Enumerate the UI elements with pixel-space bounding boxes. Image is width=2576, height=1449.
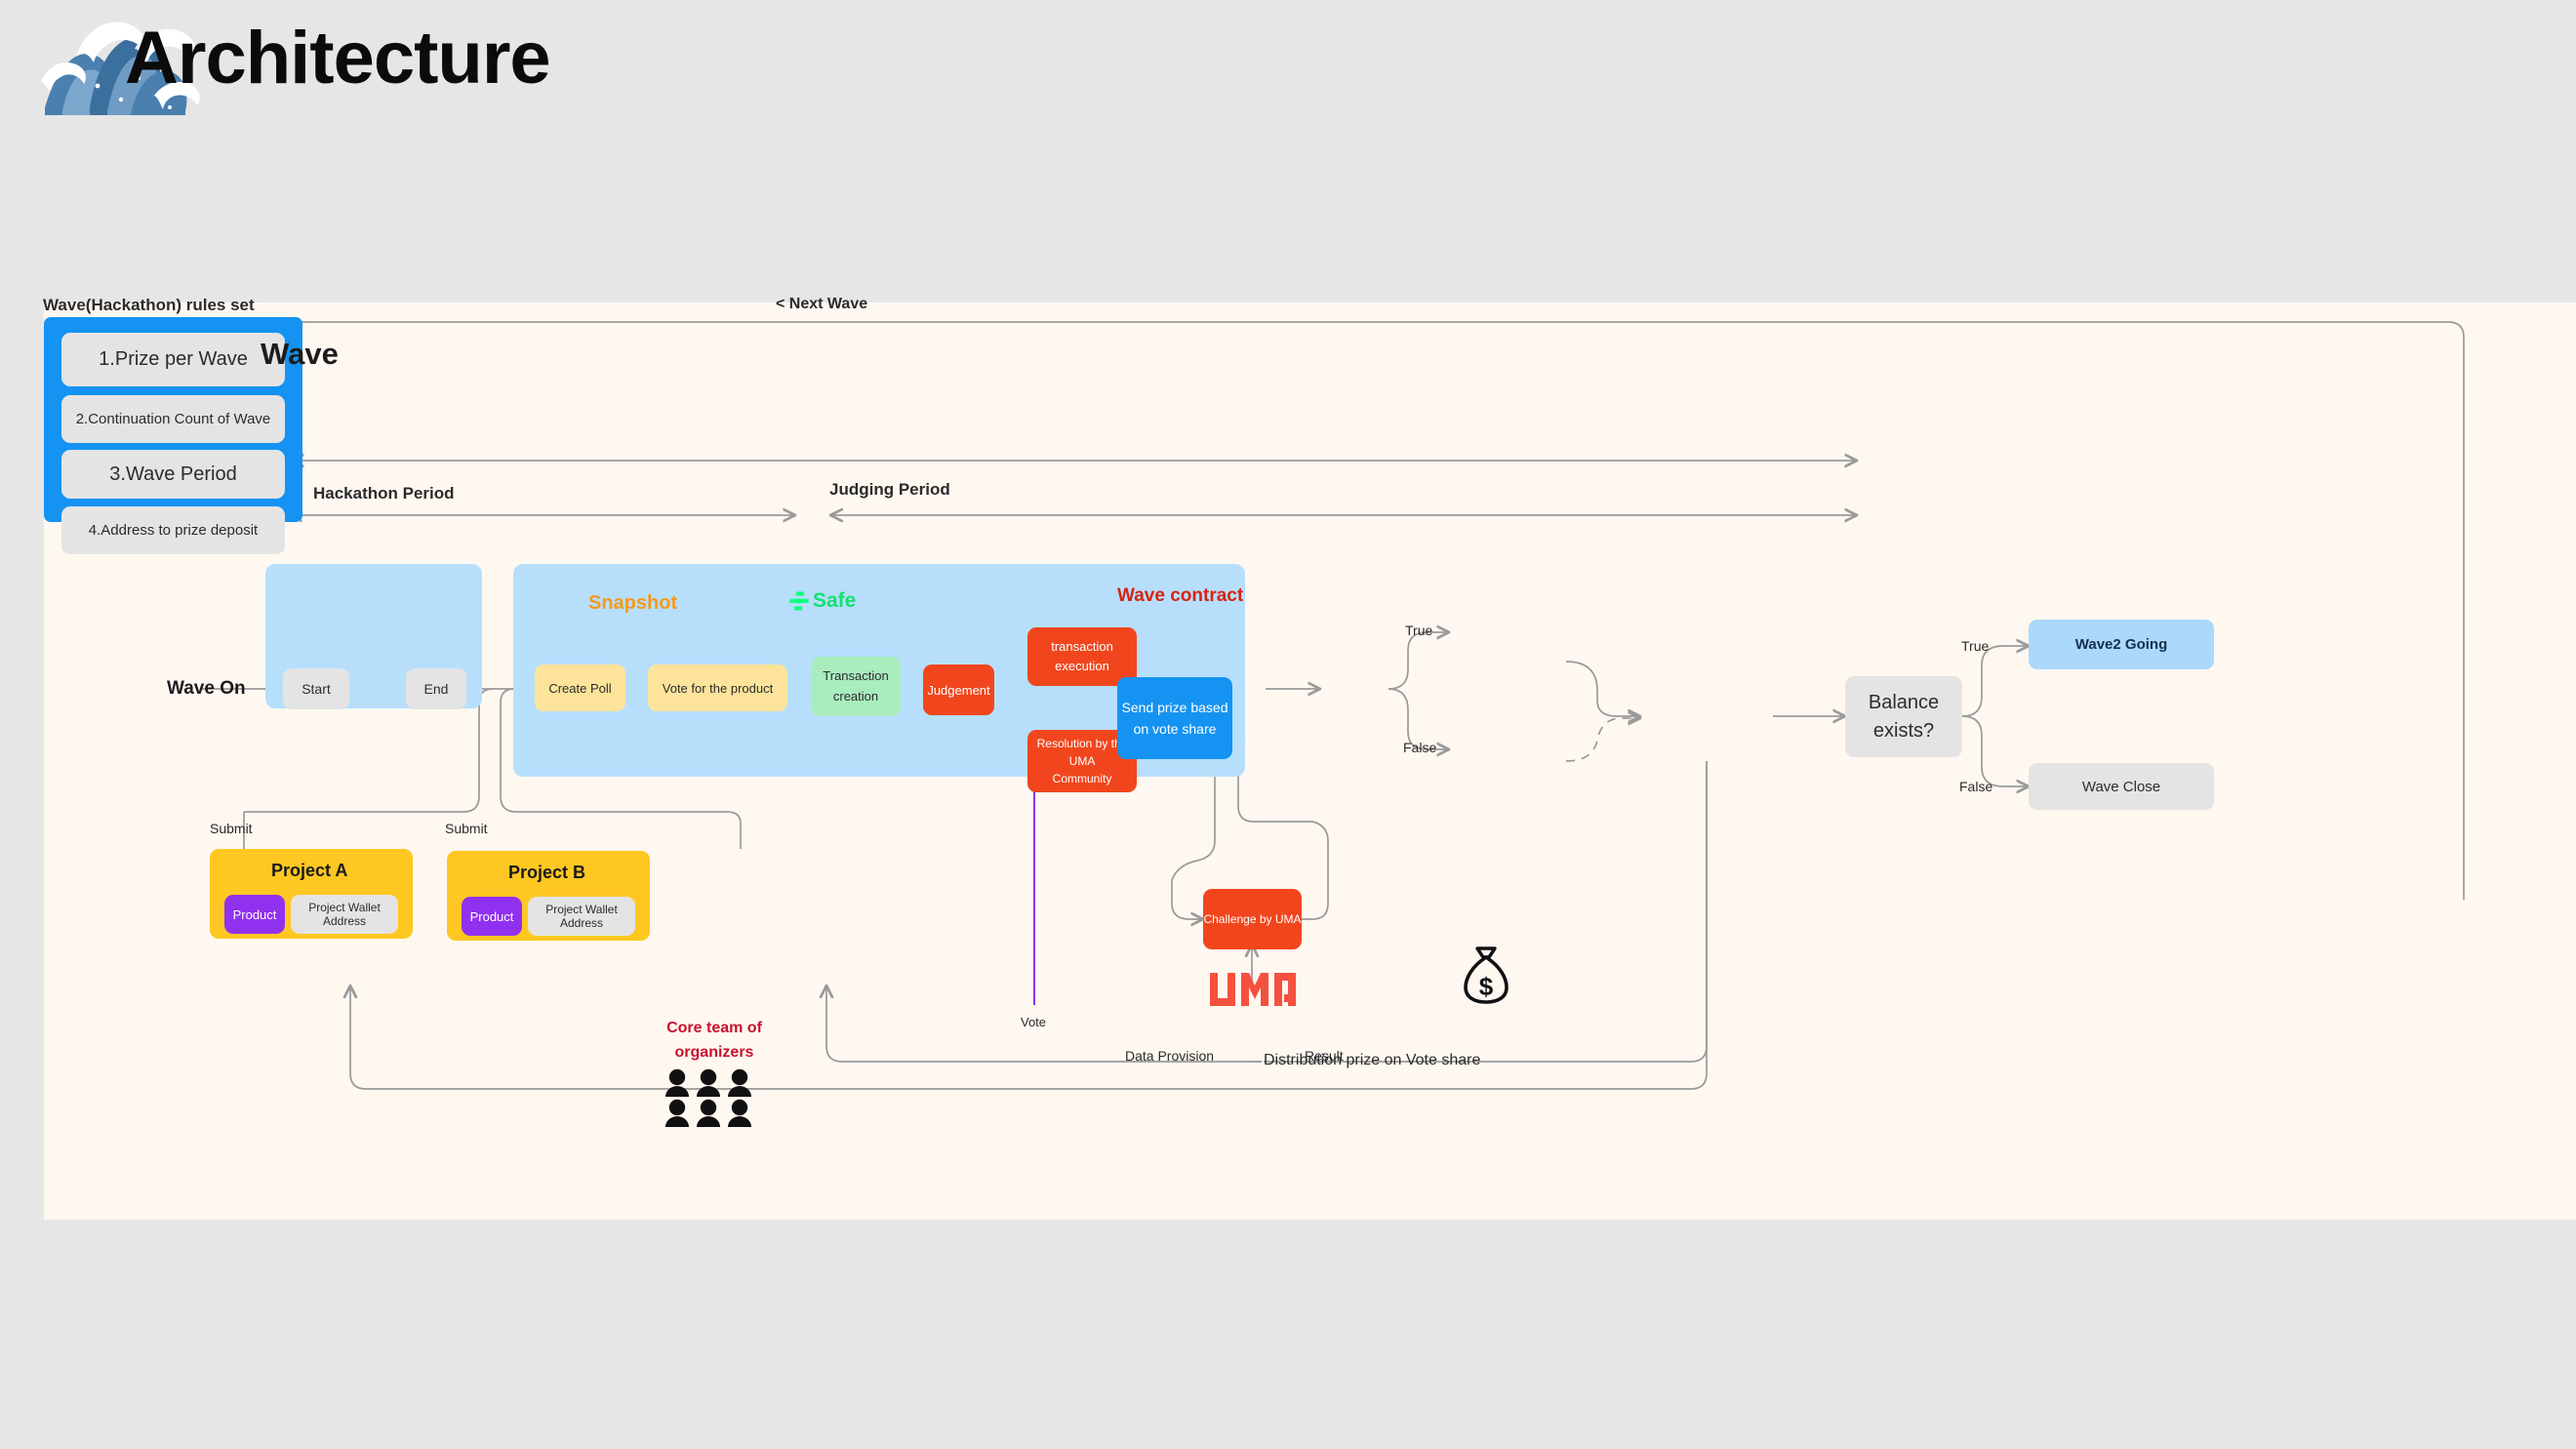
- data-provision-label: Data Provision: [1125, 1048, 1215, 1064]
- vote-label: Vote: [1021, 1015, 1047, 1029]
- judging-period-label: Judging Period: [829, 480, 950, 499]
- uma-logo-icon: [1208, 972, 1298, 1007]
- page-title: Architecture: [125, 17, 551, 100]
- node-balance-exists[interactable]: Balance exists?: [1845, 676, 1962, 757]
- svg-text:$: $: [1479, 972, 1494, 1001]
- node-create-poll[interactable]: Create Poll: [535, 664, 625, 711]
- node-transaction-execution[interactable]: transaction execution: [1027, 627, 1137, 686]
- project-a-product[interactable]: Product: [224, 895, 285, 934]
- hackathon-period-label: Hackathon Period: [313, 484, 455, 503]
- project-a-title: Project A: [271, 861, 348, 880]
- project-b-title: Project B: [508, 863, 586, 882]
- node-end[interactable]: End: [406, 668, 466, 709]
- branch-true-label-balance: True: [1961, 638, 1990, 654]
- node-challenge-by-uma[interactable]: Challenge by UMA: [1203, 889, 1302, 949]
- page-header: Architecture: [0, 0, 2576, 156]
- people-group-icon: [664, 1068, 766, 1127]
- rules-set-heading: Wave(Hackathon) rules set: [43, 296, 255, 314]
- branch-true-label-judgement: True: [1405, 623, 1433, 638]
- node-start[interactable]: Start: [283, 668, 349, 709]
- rule-item-1[interactable]: 1.Prize per Wave: [61, 333, 285, 386]
- project-b-wallet-address[interactable]: Project Wallet Address: [528, 897, 635, 936]
- rule-item-4[interactable]: 4.Address to prize deposit: [61, 506, 285, 554]
- safe-icon: [788, 590, 810, 612]
- rule-item-3[interactable]: 3.Wave Period: [61, 450, 285, 499]
- node-send-prize[interactable]: Send prize based on vote share: [1117, 677, 1232, 759]
- money-bag-icon: $: [1463, 945, 1509, 1005]
- branch-false-label-judgement: False: [1403, 740, 1437, 755]
- submit-label-project-b: Submit: [445, 821, 488, 836]
- diagram-canvas: Wave(Hackathon) rules set 1.Prize per Wa…: [43, 296, 2576, 1220]
- node-wave-close[interactable]: Wave Close: [2029, 763, 2214, 810]
- safe-brand-label: Safe: [813, 589, 857, 612]
- core-team-label-line1: Core team of: [666, 1020, 762, 1036]
- wave-contract-label: Wave contract: [1117, 585, 1244, 606]
- submit-label-project-a: Submit: [210, 821, 253, 836]
- core-team-label-line2: organizers: [674, 1044, 754, 1061]
- node-vote-for-product[interactable]: Vote for the product: [648, 664, 787, 711]
- project-a-wallet-address[interactable]: Project Wallet Address: [291, 895, 398, 934]
- project-b-product[interactable]: Product: [462, 897, 522, 936]
- connector-wires: [200, 321, 2465, 1090]
- distribution-prize-label: Distribution prize on Vote share: [1264, 1052, 1481, 1068]
- snapshot-brand-label: Snapshot: [588, 592, 678, 614]
- wave-title: Wave: [261, 337, 339, 371]
- node-transaction-creation[interactable]: Transaction creation: [811, 657, 901, 716]
- next-wave-label: < Next Wave: [776, 296, 868, 312]
- rule-item-2[interactable]: 2.Continuation Count of Wave: [61, 395, 285, 443]
- node-judgement[interactable]: Judgement: [923, 664, 994, 715]
- node-wave2-going[interactable]: Wave2 Going: [2029, 620, 2214, 669]
- wave-on-label: Wave On: [167, 678, 246, 699]
- branch-false-label-balance: False: [1959, 779, 1993, 794]
